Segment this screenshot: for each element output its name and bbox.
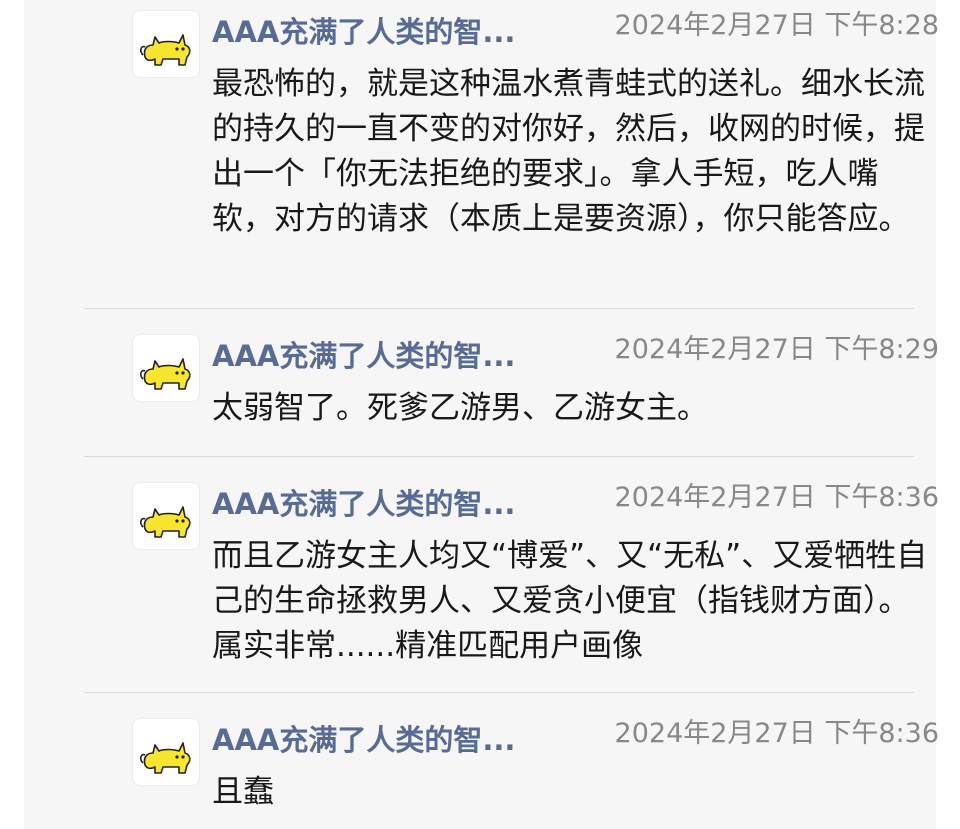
divider [84,456,914,457]
author-name[interactable]: AAA充满了人类的智... [212,338,572,374]
author-name[interactable]: AAA充满了人类的智... [212,14,572,50]
yellow-cat-icon [140,742,191,774]
author-name[interactable]: AAA充满了人类的智... [212,486,572,522]
divider [84,692,914,693]
author-name[interactable]: AAA充满了人类的智... [212,722,572,758]
yellow-cat-icon [140,506,191,538]
comment-text: 太弱智了。死爹乙游男、乙游女主。 [212,390,708,426]
avatar[interactable] [132,718,200,786]
divider [84,308,914,309]
comment-text: 而且乙游女主人均又“博爱”、又“无私”、又爱牺牲自己的生命拯救男人、又爱贪小便宜… [212,538,928,664]
timestamp: 2024年2月27日 下午8:36 [614,482,939,513]
avatar[interactable] [132,10,200,78]
comment-text: 且蠢 [212,774,274,810]
comment-text: 最恐怖的，就是这种温水煮青蛙式的送礼。细水长流的持久的一直不变的对你好，然后，收… [212,66,925,237]
timestamp: 2024年2月27日 下午8:36 [614,718,939,749]
yellow-cat-icon [140,358,191,390]
timestamp: 2024年2月27日 下午8:28 [614,10,939,41]
avatar[interactable] [132,482,200,550]
comments-panel: AAA充满了人类的智... 2024年2月27日 下午8:28 最恐怖的，就是这… [24,0,939,829]
avatar[interactable] [132,334,200,402]
yellow-cat-icon [140,34,191,66]
timestamp: 2024年2月27日 下午8:29 [614,334,939,365]
